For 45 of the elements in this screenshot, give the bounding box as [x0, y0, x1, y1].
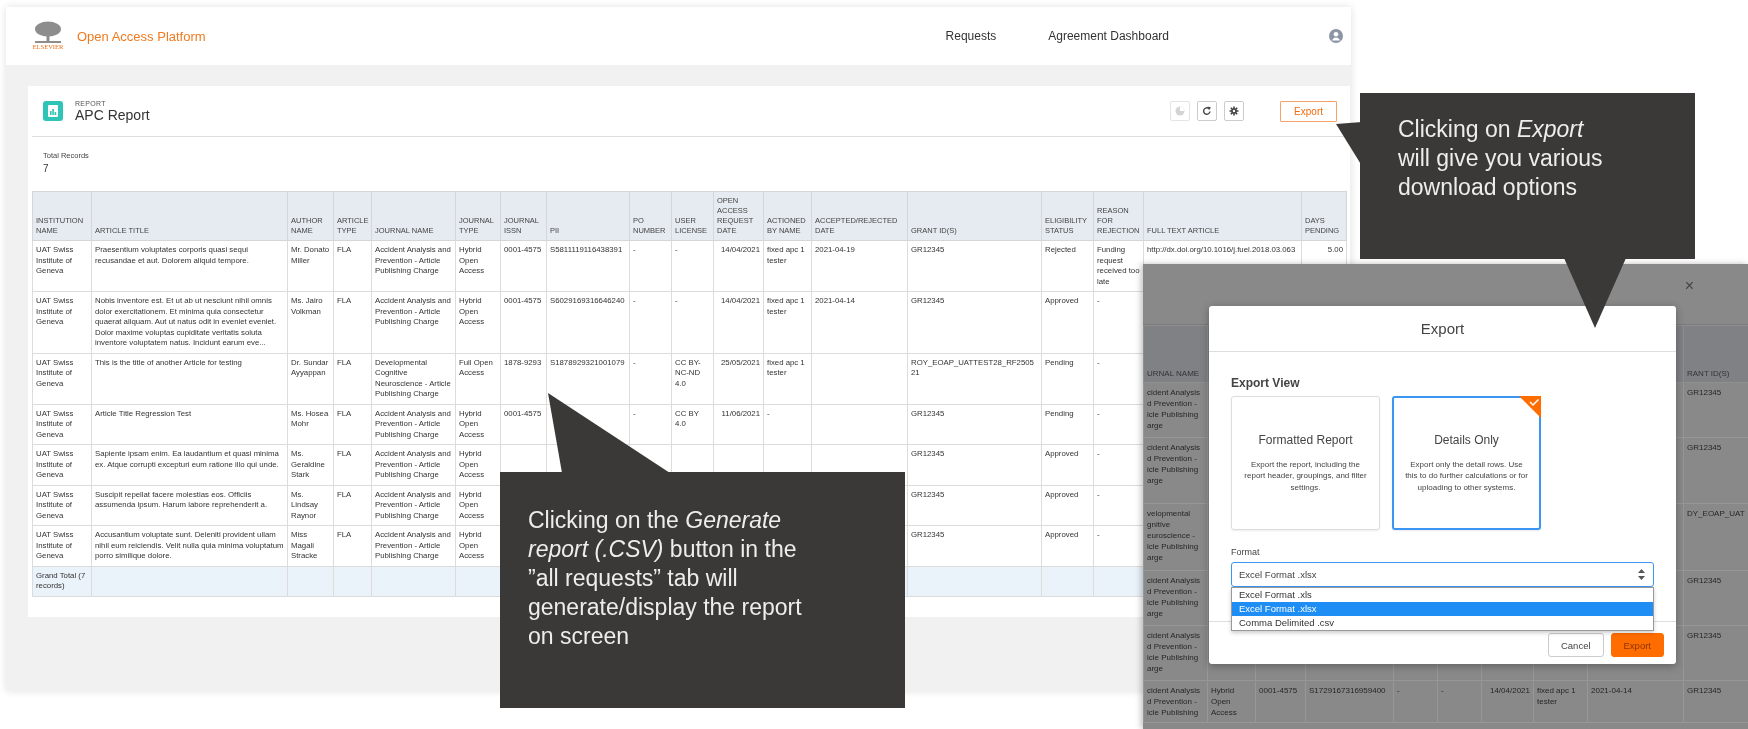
column-header: URNAL NAME	[1143, 325, 1208, 383]
table-cell: -	[1393, 680, 1438, 723]
callout-text: Clicking on Export will give you various download options	[1398, 115, 1604, 202]
table-cell: cident Analysis d Prevention - icle Publishing arge	[1143, 437, 1208, 504]
table-cell: 2021-04-14	[1587, 680, 1684, 723]
report-chart-icon	[43, 101, 63, 121]
total-records-value: 7	[43, 163, 50, 174]
nav-link[interactable]: Agreement Dashboard	[1048, 29, 1169, 43]
table-cell: cident Analysis d Prevention - icle Publishing arge	[1143, 570, 1208, 626]
selected-corner-check-icon	[1519, 396, 1541, 418]
table-cell: velopmental gnitive euroscience - icle Publishing arge	[1143, 503, 1208, 571]
table-cell: fixed apc 1 tester	[1533, 680, 1588, 723]
refresh-button[interactable]	[1197, 101, 1218, 121]
table-cell: -	[1437, 680, 1482, 723]
option-description: Export the report, including the report header, groupings, and filter settings.	[1243, 458, 1368, 494]
dialog-title: Export	[1420, 320, 1465, 337]
select-arrows-icon	[1638, 569, 1645, 580]
table-cell: 0001-4575	[1255, 680, 1306, 723]
settings-button[interactable]	[1224, 101, 1245, 121]
nav-link[interactable]: Requests	[945, 29, 997, 43]
option-description: Export only the detail rows. Use this to do further calculations or for uploading to other systems.	[1404, 458, 1529, 494]
option-title: Formatted Report	[1258, 432, 1353, 447]
pie-chart-icon	[1175, 106, 1186, 116]
export-view-option[interactable]: Details Only Export only the detail rows. Use this to do further calculations or for uploading to other systems.	[1392, 396, 1541, 530]
section-heading: Export View	[1231, 376, 1301, 390]
column-header: RANT ID(S)	[1683, 325, 1748, 383]
dropdown-option[interactable]: Comma Delimited .csv	[1232, 616, 1653, 630]
table-cell: 14/04/2021	[1481, 680, 1534, 723]
callout-text: Clicking on the Generate report (.CSV) button in the ”all requests” tab will generate/display the report on screen	[528, 506, 803, 651]
format-select[interactable]: Excel Format .xlsx	[1231, 562, 1654, 587]
refresh-icon	[1202, 106, 1213, 116]
dropdown-option[interactable]: Excel Format .xls	[1232, 588, 1653, 602]
table-cell: cident Analysis d Prevention - icle Publishing	[1143, 680, 1208, 723]
app-title: Open Access Platform	[77, 28, 206, 44]
table-cell: cident Analysis d Prevention - icle Publishing arge	[1143, 625, 1208, 681]
export-view-option[interactable]: Formatted Report Export the report, including the report header, groupings, and filter settings.	[1231, 396, 1380, 530]
format-label: Format	[1231, 546, 1261, 558]
table-cell: S1729167316959400	[1305, 680, 1394, 723]
user-avatar-icon[interactable]	[1329, 29, 1343, 43]
report-title: APC Report	[75, 106, 150, 123]
settings-icon	[1229, 106, 1240, 116]
option-title: Details Only	[1434, 432, 1499, 447]
cancel-button[interactable]: Cancel	[1547, 633, 1604, 657]
table-cell: Hybrid Open Access	[1207, 680, 1256, 723]
table-cell: cident Analysis d Prevention - icle Publishing arge	[1143, 382, 1208, 438]
